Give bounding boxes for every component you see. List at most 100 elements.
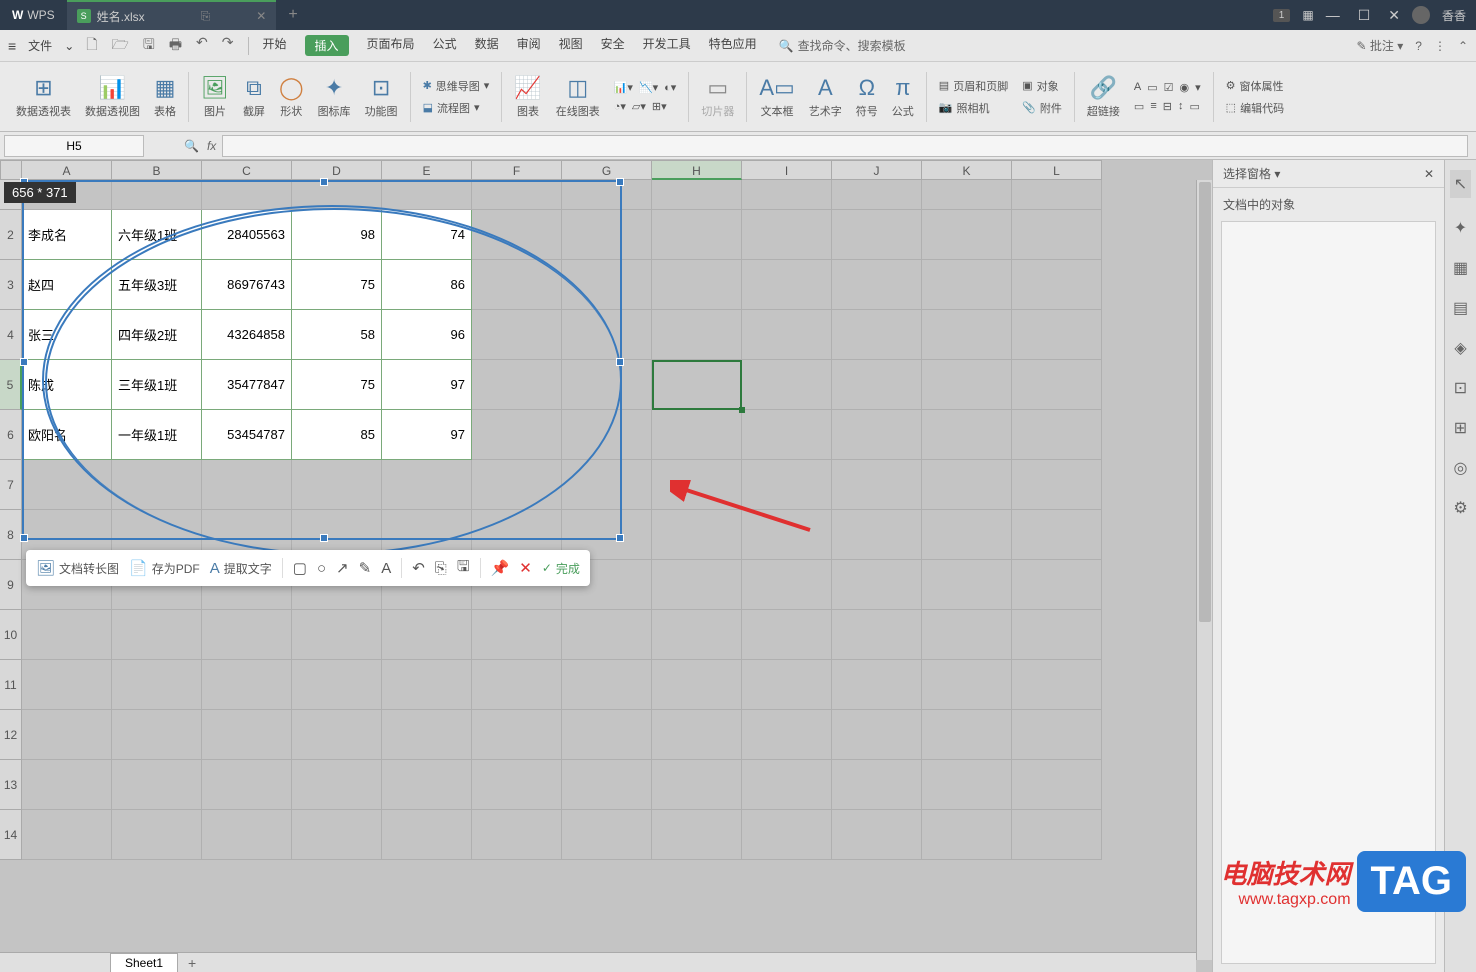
col-header[interactable]: F	[472, 160, 562, 180]
chart-button[interactable]: 📈图表	[508, 67, 547, 127]
cell[interactable]	[382, 710, 472, 760]
cell[interactable]	[742, 810, 832, 860]
cell[interactable]	[22, 710, 112, 760]
bar-icon[interactable]: 📊▾	[614, 81, 633, 94]
cell[interactable]	[922, 610, 1012, 660]
cell[interactable]	[742, 760, 832, 810]
new-icon[interactable]: 🗋	[86, 34, 97, 58]
cell[interactable]	[832, 710, 922, 760]
cell[interactable]	[472, 760, 562, 810]
col-header[interactable]: H	[652, 160, 742, 180]
cell[interactable]	[382, 660, 472, 710]
cell[interactable]	[832, 510, 922, 560]
col-header[interactable]: L	[1012, 160, 1102, 180]
tab-close-icon[interactable]: ✕	[256, 9, 266, 23]
cell[interactable]	[832, 560, 922, 610]
tab-insert[interactable]: 插入	[305, 35, 349, 56]
cell[interactable]	[652, 310, 742, 360]
row-header[interactable]: 14	[0, 810, 22, 860]
cell[interactable]	[652, 660, 742, 710]
screenshot-button[interactable]: ⧉截屏	[237, 67, 271, 127]
cell[interactable]	[382, 810, 472, 860]
cell[interactable]	[832, 180, 922, 210]
zoom-icon[interactable]: 🔍	[184, 139, 199, 153]
file-menu[interactable]: 文件	[20, 35, 60, 56]
cell[interactable]	[1012, 510, 1102, 560]
help-icon[interactable]: ?	[1415, 39, 1422, 53]
cell[interactable]	[922, 260, 1012, 310]
cell[interactable]	[202, 760, 292, 810]
cell[interactable]	[1012, 810, 1102, 860]
cell[interactable]	[922, 760, 1012, 810]
cell[interactable]	[112, 660, 202, 710]
cell[interactable]	[922, 310, 1012, 360]
cell[interactable]	[382, 760, 472, 810]
cell[interactable]	[652, 510, 742, 560]
sidebar-icon[interactable]: ▦	[1453, 258, 1468, 278]
camera-button[interactable]: 📷照相机	[939, 100, 1008, 116]
done-button[interactable]: ✓完成	[542, 560, 580, 577]
picture-button[interactable]: 🖼图片	[195, 67, 235, 127]
cell[interactable]	[742, 260, 832, 310]
pivot-table-button[interactable]: ⊞数据透视表	[10, 67, 77, 127]
cell[interactable]	[22, 760, 112, 810]
header-footer-button[interactable]: ▤页眉和页脚	[939, 78, 1008, 94]
cell[interactable]	[742, 510, 832, 560]
cell[interactable]	[652, 180, 742, 210]
rectangle-tool-icon[interactable]: ▢	[293, 559, 307, 577]
cell[interactable]	[832, 660, 922, 710]
horizontal-scrollbar[interactable]: Sheet1 +	[0, 952, 1196, 972]
arrow-tool-icon[interactable]: ↗	[336, 559, 349, 577]
maximize-icon[interactable]: ☐	[1358, 7, 1371, 24]
cell[interactable]	[202, 660, 292, 710]
cell[interactable]	[292, 810, 382, 860]
tab-pin-icon[interactable]: ⎘	[201, 9, 211, 24]
cell[interactable]	[112, 810, 202, 860]
row-header[interactable]: 2	[0, 210, 22, 260]
tab-dev[interactable]: 开发工具	[643, 35, 691, 56]
collapse-icon[interactable]: ⌃	[1458, 39, 1468, 53]
redo-icon[interactable]: ↷	[222, 34, 234, 58]
pivot-chart-button[interactable]: 📊数据透视图	[79, 67, 146, 127]
cell[interactable]	[922, 460, 1012, 510]
pin-tool-icon[interactable]: 📌	[491, 559, 510, 577]
other1-icon[interactable]: ◐▾	[664, 81, 676, 94]
tab-layout[interactable]: 页面布局	[367, 35, 415, 56]
cell[interactable]	[652, 360, 742, 410]
cell[interactable]	[562, 660, 652, 710]
cell[interactable]	[832, 760, 922, 810]
cell[interactable]	[472, 610, 562, 660]
cell[interactable]	[562, 710, 652, 760]
cell[interactable]	[292, 760, 382, 810]
cell[interactable]	[1012, 210, 1102, 260]
cell[interactable]	[22, 660, 112, 710]
col-header[interactable]: G	[562, 160, 652, 180]
notification-badge[interactable]: 1	[1273, 9, 1291, 22]
cell[interactable]	[742, 710, 832, 760]
cell[interactable]	[742, 560, 832, 610]
cell[interactable]	[562, 810, 652, 860]
document-tab[interactable]: S 姓名.xlsx ⎘ ✕	[67, 0, 277, 30]
cell[interactable]	[1012, 760, 1102, 810]
cell[interactable]	[832, 410, 922, 460]
smartart-button[interactable]: ⊡功能图	[359, 67, 404, 127]
cell[interactable]	[472, 660, 562, 710]
col-header[interactable]: A	[22, 160, 112, 180]
cell[interactable]	[562, 760, 652, 810]
col-header[interactable]: J	[832, 160, 922, 180]
cell[interactable]	[922, 210, 1012, 260]
cell[interactable]	[742, 460, 832, 510]
tab-view[interactable]: 视图	[559, 35, 583, 56]
other2-icon[interactable]: ⊞▾	[652, 100, 667, 113]
hamburger-icon[interactable]: ≡	[8, 38, 16, 54]
save-tool-icon[interactable]: 🖫	[457, 556, 470, 581]
attachment-button[interactable]: 📎附件	[1022, 100, 1062, 116]
cell[interactable]	[922, 710, 1012, 760]
copy-tool-icon[interactable]: ⎘	[435, 560, 447, 577]
tab-start[interactable]: 开始	[263, 35, 287, 56]
cell[interactable]	[742, 310, 832, 360]
name-box[interactable]: H5	[4, 135, 144, 157]
ellipse-tool-icon[interactable]: ○	[317, 560, 326, 577]
online-chart-button[interactable]: ◫在线图表	[550, 67, 606, 127]
cell[interactable]	[742, 610, 832, 660]
